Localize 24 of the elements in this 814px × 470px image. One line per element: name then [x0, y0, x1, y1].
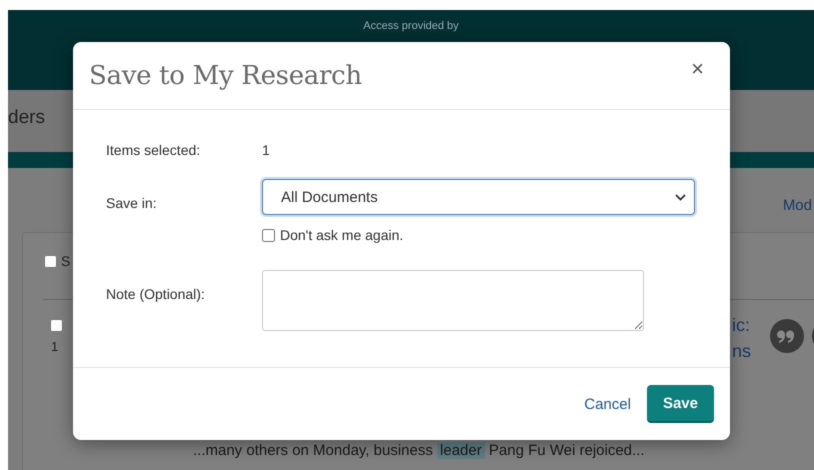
- nav-label: ders: [8, 107, 45, 129]
- save-button[interactable]: Save: [646, 385, 714, 423]
- link[interactable]: Mod: [782, 197, 812, 214]
- dialog-title: Save to My Research: [89, 60, 362, 90]
- result-number: 1: [51, 339, 58, 354]
- note-field[interactable]: [262, 270, 644, 331]
- field-value: 1: [262, 141, 271, 158]
- access-text: Access provided by: [363, 20, 459, 33]
- select-field[interactable]: All Documents: [262, 179, 695, 215]
- checkbox-label: Don't ask me again.: [280, 227, 404, 243]
- field-label: Items selected:: [106, 141, 202, 158]
- checkbox[interactable]: [262, 228, 275, 242]
- result-title[interactable]: ns: [732, 341, 752, 362]
- field-label: Note (Optional):: [106, 285, 206, 304]
- checkbox-label: S: [61, 253, 70, 269]
- chevron-icon: [675, 194, 686, 200]
- checkbox[interactable]: [50, 319, 63, 332]
- checkbox[interactable]: [44, 254, 57, 268]
- result-title[interactable]: ic:: [732, 315, 752, 336]
- snippet-text: ...many others on Monday, business leader Pang Fu Wei rejoiced...: [193, 441, 645, 460]
- field-label: Save in:: [106, 194, 158, 213]
- close-button[interactable]: ×: [687, 56, 708, 82]
- cancel-link[interactable]: Cancel: [578, 394, 637, 414]
- quote-icon[interactable]: [770, 319, 804, 353]
